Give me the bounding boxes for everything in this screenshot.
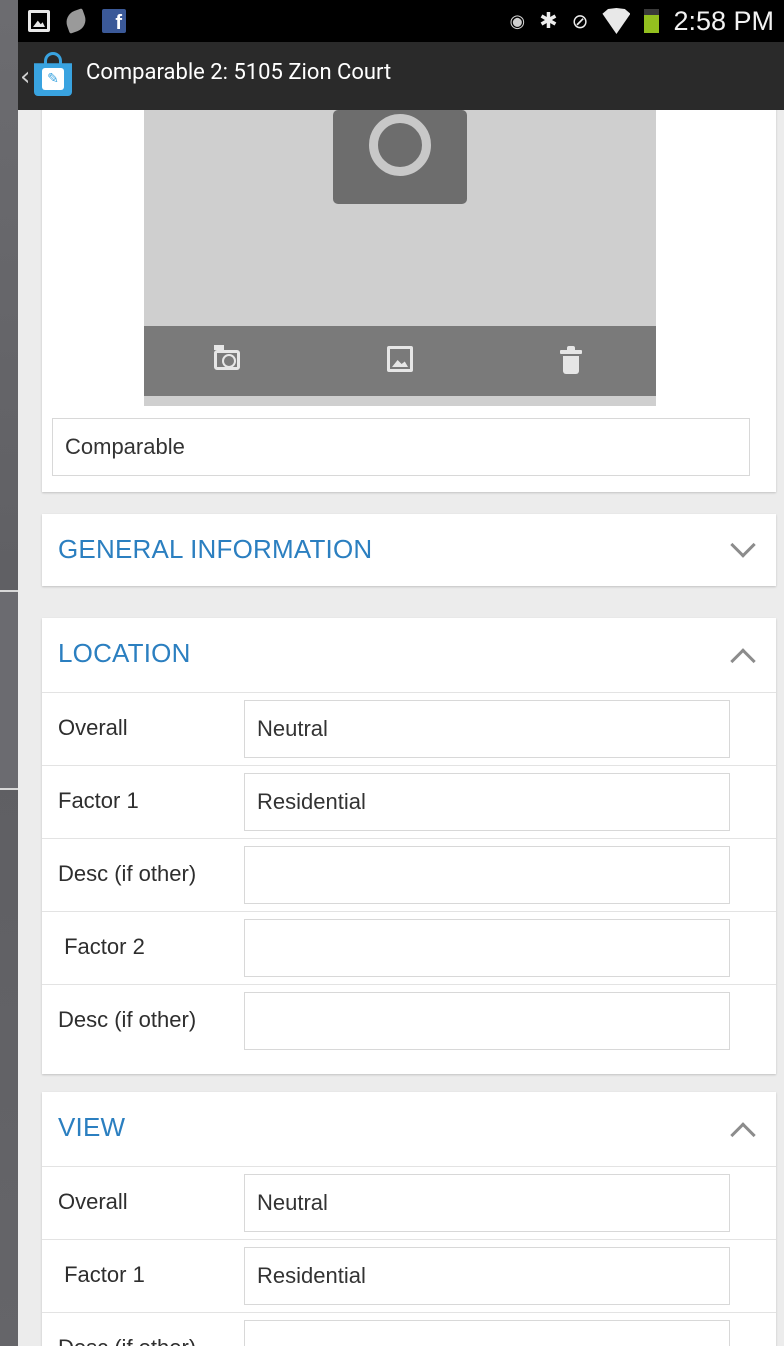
- row-label: Factor 2: [58, 934, 145, 959]
- form-row: Overall Neutral: [42, 692, 776, 765]
- form-row: Factor 1 Residential: [42, 765, 776, 838]
- section-title: GENERAL INFORMATION: [58, 534, 373, 564]
- facebook-icon: f: [102, 9, 126, 34]
- form-row: Desc (if other): [42, 838, 776, 911]
- content-area[interactable]: Comparable GENERAL INFORMATION LOCATION …: [18, 110, 784, 1346]
- section-header[interactable]: LOCATION: [42, 618, 776, 690]
- factor-1-field[interactable]: Residential: [244, 1247, 730, 1305]
- page-title: Comparable 2: 5105 Zion Court: [86, 60, 392, 85]
- gallery-notification-icon: [28, 10, 50, 32]
- section-title: LOCATION: [58, 638, 191, 668]
- overall-field[interactable]: Neutral: [244, 1174, 730, 1232]
- chevron-down-icon[interactable]: [730, 532, 756, 558]
- photo-card: Comparable: [42, 110, 776, 492]
- row-label: Desc (if other): [58, 861, 197, 886]
- photo-label-field[interactable]: Comparable: [52, 418, 750, 476]
- camera-icon[interactable]: [214, 345, 240, 370]
- section-title: VIEW: [58, 1112, 126, 1142]
- back-arrow-icon[interactable]: ‹: [20, 62, 30, 92]
- status-bar: f ◉ ✱ ⊘ 2:58 PM: [18, 0, 784, 42]
- app-logo-mark: ✎: [42, 68, 64, 90]
- chevron-up-icon[interactable]: [730, 648, 756, 674]
- section-location: LOCATION Overall Neutral Factor 1 Reside…: [42, 618, 776, 1074]
- gallery-icon[interactable]: [387, 346, 413, 372]
- section-general-information[interactable]: GENERAL INFORMATION: [42, 514, 776, 586]
- section-view: VIEW Overall Neutral Factor 1 Residentia…: [42, 1092, 776, 1346]
- form-row: Desc (if other): [42, 984, 776, 1057]
- form-row: Overall Neutral: [42, 1166, 776, 1239]
- row-label: Factor 1: [58, 788, 139, 813]
- wifi-icon: [602, 8, 630, 34]
- camera-placeholder-icon: [333, 110, 467, 204]
- factor-1-field[interactable]: Residential: [244, 773, 730, 831]
- form-row: Factor 1 Residential: [42, 1239, 776, 1312]
- action-bar: ‹ ✎ Comparable 2: 5105 Zion Court: [18, 42, 784, 110]
- row-label: Overall: [58, 1189, 128, 1214]
- row-label: Desc (if other): [58, 1007, 197, 1032]
- overall-field[interactable]: Neutral: [244, 700, 730, 758]
- desc-field[interactable]: [244, 1320, 730, 1346]
- row-label: Overall: [58, 715, 128, 740]
- leaf-notification-icon: [63, 8, 89, 34]
- section-header[interactable]: VIEW: [42, 1092, 776, 1164]
- form-row: Factor 2: [42, 911, 776, 984]
- desc-field[interactable]: [244, 846, 730, 904]
- no-signal-icon: ⊘: [571, 9, 589, 33]
- desc-field[interactable]: [244, 992, 730, 1050]
- row-label: Desc (if other): [58, 1335, 196, 1346]
- eye-icon: ◉: [509, 10, 526, 32]
- row-label: Factor 1: [58, 1262, 145, 1287]
- chevron-up-icon[interactable]: [730, 1122, 756, 1148]
- form-row: Desc (if other): [42, 1312, 776, 1346]
- battery-icon: [644, 9, 660, 33]
- factor-2-field[interactable]: [244, 919, 730, 977]
- bluetooth-icon: ✱: [539, 8, 558, 34]
- section-header[interactable]: GENERAL INFORMATION: [42, 514, 776, 586]
- photo-toolbar: [144, 326, 656, 396]
- trash-icon[interactable]: [560, 346, 582, 374]
- camera-lens: [369, 114, 431, 176]
- status-time: 2:58 PM: [673, 5, 774, 36]
